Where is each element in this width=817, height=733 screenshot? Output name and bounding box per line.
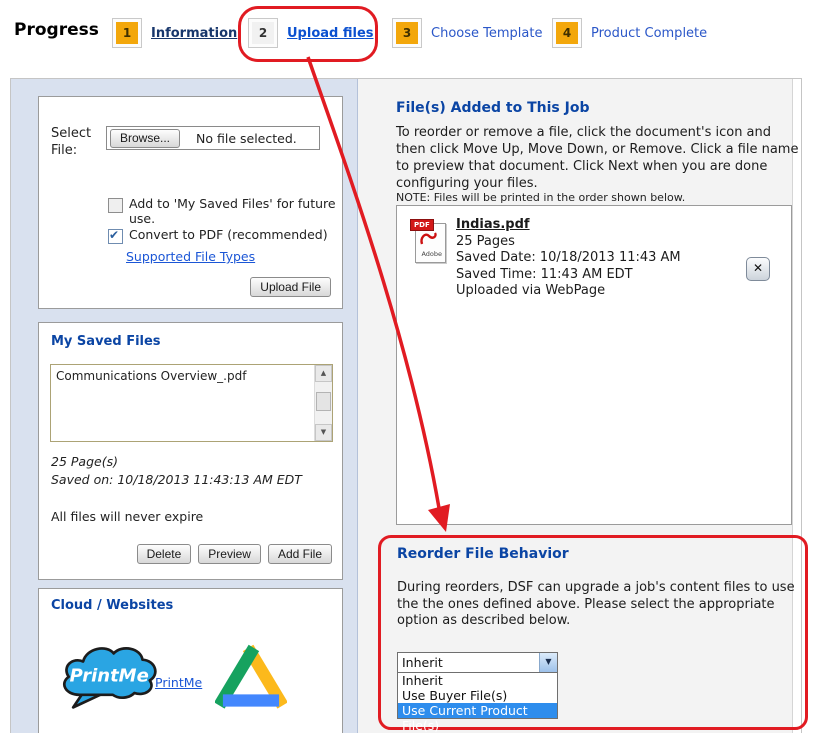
files-added-instructions: To reorder or remove a file, click the d… xyxy=(396,124,800,192)
upload-file-button[interactable]: Upload File xyxy=(250,277,331,297)
option-inherit[interactable]: Inherit xyxy=(398,673,557,688)
convert-to-pdf-row: Convert to PDF (recommended) xyxy=(108,227,336,244)
supported-file-types-link[interactable]: Supported File Types xyxy=(126,249,255,264)
step-2-label[interactable]: Upload files xyxy=(287,26,374,41)
add-file-button[interactable]: Add File xyxy=(268,544,332,564)
files-added-note: NOTE: Files will be printed in the order… xyxy=(396,191,685,204)
select-file-label: Select File: xyxy=(51,125,105,159)
cloud-websites-heading: Cloud / Websites xyxy=(51,598,173,613)
step-1-number-box: 1 xyxy=(112,18,142,48)
job-file-pages: 25 Pages xyxy=(456,234,693,251)
step-4-label: Product Complete xyxy=(591,26,707,41)
pdf-document-icon[interactable]: PDF Adobe xyxy=(410,219,447,264)
reorder-heading: Reorder File Behavior xyxy=(397,546,569,562)
pdf-brand-label: Adobe xyxy=(421,250,442,258)
my-saved-files-heading: My Saved Files xyxy=(51,334,161,349)
job-file-info: Indias.pdf 25 Pages Saved Date: 10/18/20… xyxy=(456,217,693,300)
option-use-buyer-files[interactable]: Use Buyer File(s) xyxy=(398,688,557,703)
job-file-list: PDF Adobe Indias.pdf 25 Pages Saved Date… xyxy=(396,205,792,525)
step-1-label[interactable]: Information xyxy=(151,26,237,41)
pdf-tag-label: PDF xyxy=(410,219,434,231)
job-file-uploaded-via: Uploaded via WebPage xyxy=(456,283,693,300)
progress-step-upload-files: 2 Upload files xyxy=(248,17,374,49)
saved-file-saved-on: Saved on: 10/18/2013 11:43:13 AM EDT xyxy=(51,471,302,489)
printme-logo-text: PrintMe xyxy=(70,665,149,686)
no-file-selected-text: No file selected. xyxy=(196,131,297,146)
progress-step-information: 1 Information xyxy=(112,17,237,49)
convert-to-pdf-label: Convert to PDF (recommended) xyxy=(129,227,328,242)
job-file-name-link[interactable]: Indias.pdf xyxy=(456,217,530,232)
files-added-heading: File(s) Added to This Job xyxy=(396,100,589,116)
saved-files-buttons: Delete Preview Add File xyxy=(137,544,332,564)
add-to-saved-files-label: Add to 'My Saved Files' for future use. xyxy=(129,196,336,226)
select-file-panel: Select File: Browse... No file selected.… xyxy=(38,96,343,309)
saved-file-meta: 25 Page(s) Saved on: 10/18/2013 11:43:13… xyxy=(51,453,302,489)
saved-file-pages: 25 Page(s) xyxy=(51,453,302,471)
pdf-acrobat-swirl-icon xyxy=(419,231,439,246)
printme-link[interactable]: PrintMe xyxy=(155,675,202,690)
add-to-saved-files-row: Add to 'My Saved Files' for future use. xyxy=(108,196,336,226)
page: Progress 1 Information 2 Upload files 3 … xyxy=(0,0,817,733)
preview-button[interactable]: Preview xyxy=(198,544,261,564)
progress-step-choose-template: 3 Choose Template xyxy=(392,17,542,49)
job-file-saved-time: Saved Time: 11:43 AM EDT xyxy=(456,267,693,284)
step-3-number-box: 3 xyxy=(392,18,422,48)
reorder-description: During reorders, DSF can upgrade a job's… xyxy=(397,580,799,630)
option-use-current-product-files[interactable]: Use Current Product File(s) xyxy=(398,703,557,718)
scrollbar-thumb[interactable] xyxy=(316,392,331,411)
page-title: Progress xyxy=(14,20,99,40)
step-2-number-box: 2 xyxy=(248,18,278,48)
reorder-select-value: Inherit xyxy=(402,655,443,670)
reorder-option-list: Inherit Use Buyer File(s) Use Current Pr… xyxy=(397,672,558,719)
progress-step-product-complete: 4 Product Complete xyxy=(552,17,707,49)
file-input: Browse... No file selected. xyxy=(106,126,320,150)
saved-files-listbox[interactable]: Communications Overview_.pdf ▲ ▼ xyxy=(50,364,333,442)
chevron-down-icon[interactable]: ▼ xyxy=(539,653,557,672)
my-saved-files-panel: My Saved Files Communications Overview_.… xyxy=(38,322,343,580)
scroll-down-icon[interactable]: ▼ xyxy=(315,424,332,441)
cloud-websites-panel: Cloud / Websites PrintMe PrintMe xyxy=(38,588,343,733)
browse-button[interactable]: Browse... xyxy=(110,129,180,148)
saved-file-item[interactable]: Communications Overview_.pdf xyxy=(56,369,246,383)
remove-file-button[interactable]: ✕ xyxy=(746,257,770,281)
listbox-scrollbar[interactable]: ▲ ▼ xyxy=(314,365,332,441)
add-to-saved-files-checkbox[interactable] xyxy=(108,198,123,213)
reorder-select[interactable]: Inherit ▼ xyxy=(397,652,558,673)
google-drive-icon[interactable] xyxy=(215,643,287,709)
job-file-saved-date: Saved Date: 10/18/2013 11:43 AM xyxy=(456,250,693,267)
printme-logo-icon[interactable]: PrintMe xyxy=(56,639,166,711)
scroll-up-icon[interactable]: ▲ xyxy=(315,365,332,382)
expire-note: All files will never expire xyxy=(51,509,203,524)
convert-to-pdf-checkbox[interactable] xyxy=(108,229,123,244)
step-4-number-box: 4 xyxy=(552,18,582,48)
delete-button[interactable]: Delete xyxy=(137,544,192,564)
step-3-label: Choose Template xyxy=(431,26,542,41)
